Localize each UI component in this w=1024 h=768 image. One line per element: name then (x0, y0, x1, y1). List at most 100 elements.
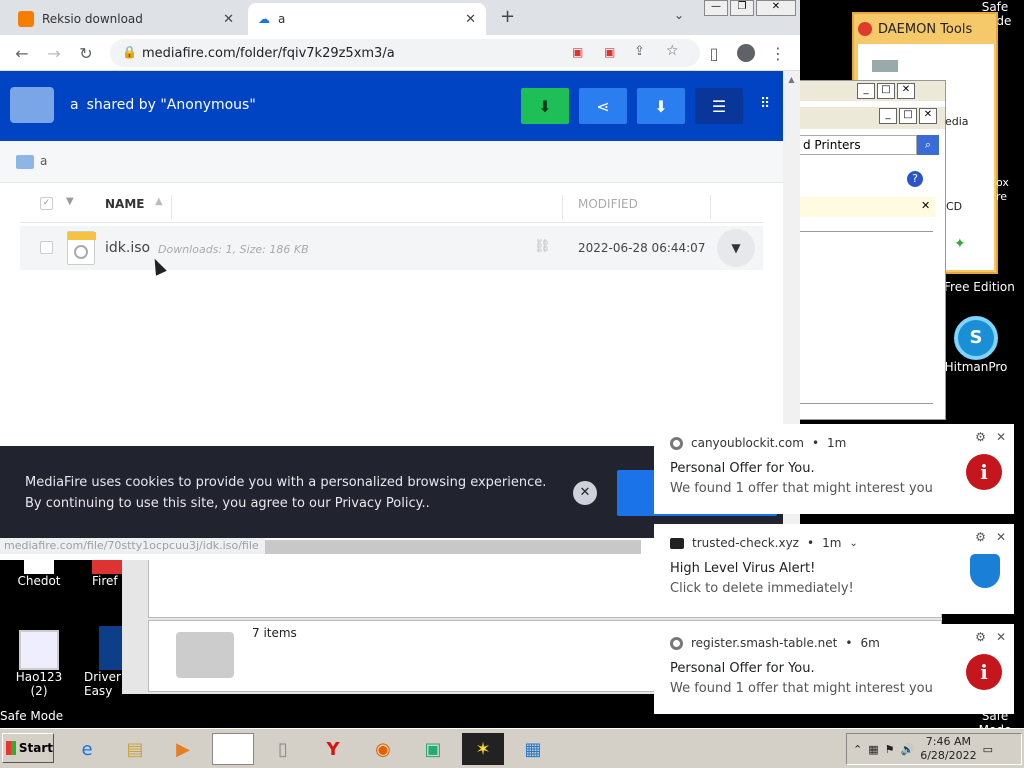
tray-expand-icon[interactable]: ⌃ (853, 743, 862, 756)
ie-icon[interactable]: e (66, 733, 108, 765)
show-desktop-icon[interactable]: ▭ (983, 743, 993, 756)
breadcrumb-folder-icon (16, 155, 34, 169)
iso-file-icon (67, 231, 96, 265)
start-button[interactable]: Start (2, 733, 54, 763)
printers-address[interactable]: d Printers (799, 135, 917, 155)
daemon-cd-label: CD (946, 200, 963, 213)
side-panel-icon[interactable]: ▯ (702, 41, 726, 65)
file-checkbox[interactable] (40, 241, 53, 254)
taskbar-window-blank-2[interactable]: ▯ (262, 733, 304, 765)
device-manager-icon[interactable]: ▣ (412, 733, 454, 765)
download-box-icon: ⬇ (538, 96, 552, 116)
clock-time[interactable]: 7:46 AM (926, 735, 971, 749)
hitmanpro-icon: S (954, 316, 998, 360)
window-controls[interactable]: — ❐ ✕ (704, 0, 796, 16)
tab-reksio[interactable]: Reksio download ✕ (8, 3, 244, 35)
notification-3[interactable]: register.smash-table.net • 6m ⚙ ✕ Person… (654, 624, 1014, 714)
printers-window[interactable]: _ □ ✕ _ □ ✕ edia d Printers ⌕ ? ✕ (798, 80, 969, 420)
save-to-account-button[interactable]: ⬇ (521, 88, 569, 124)
close-icon[interactable]: ✕ (996, 530, 1006, 544)
firefox-taskbar-icon[interactable]: ◉ (362, 733, 404, 765)
settings-gear-icon[interactable]: ⚙ (975, 530, 986, 544)
clock-date[interactable]: 6/28/2022 (920, 749, 976, 763)
tab-title: Reksio download (42, 12, 143, 26)
close-icon[interactable]: ✕ (465, 12, 476, 27)
file-row[interactable]: idk.iso Downloads: 1, Size: 186 KB ⛓ 202… (20, 226, 763, 270)
grid-view-icon[interactable]: ⠿ (760, 96, 770, 112)
info-icon: i (966, 654, 1002, 690)
printers-win-controls[interactable]: _ □ ✕ (857, 83, 915, 99)
taskbar-window-blank-1[interactable] (212, 733, 254, 765)
maximize-button[interactable]: ❐ (730, 0, 754, 16)
tab-a[interactable]: ☁ a ✕ (248, 3, 486, 35)
select-all-checkbox[interactable]: ✓ (40, 197, 53, 210)
new-tab-button[interactable]: + (500, 6, 515, 27)
folder-icon (10, 87, 54, 123)
file-name[interactable]: idk.iso (105, 240, 150, 256)
breadcrumb: a (0, 141, 783, 183)
media-player-icon[interactable]: ▶ (162, 733, 204, 765)
cookie-close-icon[interactable]: ✕ (573, 481, 597, 505)
folder-name: a (70, 97, 79, 113)
settings-gear-icon[interactable]: ⚙ (975, 630, 986, 644)
notification-age: 1m (822, 536, 842, 550)
network-icon[interactable]: ▦ (868, 743, 878, 756)
ads-blocked-icon[interactable]: ▣ (604, 45, 615, 59)
minimize-button[interactable]: — (704, 0, 728, 16)
share-button[interactable]: ⋖ (579, 88, 627, 124)
sort-asc-icon[interactable]: ▲ (155, 196, 163, 207)
printers-win-controls-2[interactable]: _ □ ✕ (879, 108, 937, 124)
address-bar[interactable]: 🔒 mediafire.com/folder/fqiv7k29z5xm3/a ▣… (110, 39, 700, 67)
desktop-icon-firefox[interactable]: Firef (92, 556, 124, 588)
notification-separator: • (811, 436, 820, 450)
select-dropdown-icon[interactable]: ▼ (66, 196, 74, 207)
desktop-icon-label: Chedot (17, 574, 61, 588)
copy-link-icon[interactable]: ⛓ (534, 239, 551, 254)
notification-body: We found 1 offer that might interest you (670, 481, 933, 496)
close-icon[interactable]: ✕ (996, 630, 1006, 644)
bookmark-star-icon[interactable]: ☆ (666, 43, 679, 59)
kebab-menu-icon[interactable]: ⋮ (766, 41, 790, 65)
forward-icon[interactable]: → (42, 41, 66, 65)
reload-icon[interactable]: ↻ (74, 41, 98, 65)
list-view-button[interactable]: ☰ (695, 88, 743, 124)
yandex-icon[interactable]: Y (312, 733, 354, 765)
desktop-icon-hao123[interactable]: Hao123 (2) (6, 630, 72, 698)
volume-icon[interactable]: 🔊 (901, 743, 915, 756)
close-icon[interactable]: ✕ (996, 430, 1006, 444)
control-panel-icon[interactable]: ▦ (512, 733, 554, 765)
safe-mode-bottom-left: Safe Mode (0, 709, 64, 723)
desktop-icon-chedot[interactable]: Chedot (8, 556, 70, 588)
help-icon[interactable]: ? (907, 171, 923, 187)
popup-blocked-icon[interactable]: ▣ (572, 45, 583, 59)
security-flag-icon[interactable]: ⚑ (885, 743, 895, 756)
explorer-folder-icon[interactable]: ▤ (114, 733, 156, 765)
chevron-down-icon[interactable]: ⌄ (849, 538, 857, 549)
back-icon[interactable]: ← (10, 41, 34, 65)
download-button[interactable]: ⬇ (637, 88, 685, 124)
breadcrumb-item[interactable]: a (40, 154, 47, 168)
search-icon[interactable]: ⌕ (917, 135, 939, 155)
desktop-icon-hitmanpro[interactable]: S HitmanPro (944, 316, 1008, 374)
tab-search-icon[interactable]: ⌄ (674, 8, 684, 22)
share-icon[interactable]: ⇪ (634, 44, 645, 59)
notification-title: Personal Offer for You. (670, 661, 815, 676)
notification-2[interactable]: trusted-check.xyz • 1m ⌄ ⚙ ✕ High Level … (654, 524, 1014, 614)
daemon-re-label: re (996, 190, 1008, 203)
close-icon[interactable]: ✕ (223, 12, 234, 27)
settings-gear-icon[interactable]: ⚙ (975, 430, 986, 444)
notification-separator: • (806, 536, 815, 550)
close-window-button[interactable]: ✕ (756, 0, 796, 16)
infobar-close-icon[interactable]: ✕ (921, 199, 930, 212)
daemon-icon (858, 22, 872, 36)
file-menu-button[interactable]: ▼ (717, 229, 755, 267)
column-modified[interactable]: MODIFIED (578, 197, 638, 211)
notification-1[interactable]: canyoublockit.com • 1m ⚙ ✕ Personal Offe… (654, 424, 1014, 514)
horizontal-scrollbar[interactable] (265, 540, 641, 554)
browser-toolbar: ← → ↻ 🔒 mediafire.com/folder/fqiv7k29z5x… (0, 35, 800, 71)
mediafire-favicon: ☁ (258, 12, 270, 26)
column-name[interactable]: NAME (105, 197, 144, 211)
file-modified: 2022-06-28 06:44:07 (578, 241, 706, 255)
sparkle-app-icon[interactable]: ✶ (462, 733, 504, 765)
profile-avatar-icon[interactable] (734, 41, 758, 65)
